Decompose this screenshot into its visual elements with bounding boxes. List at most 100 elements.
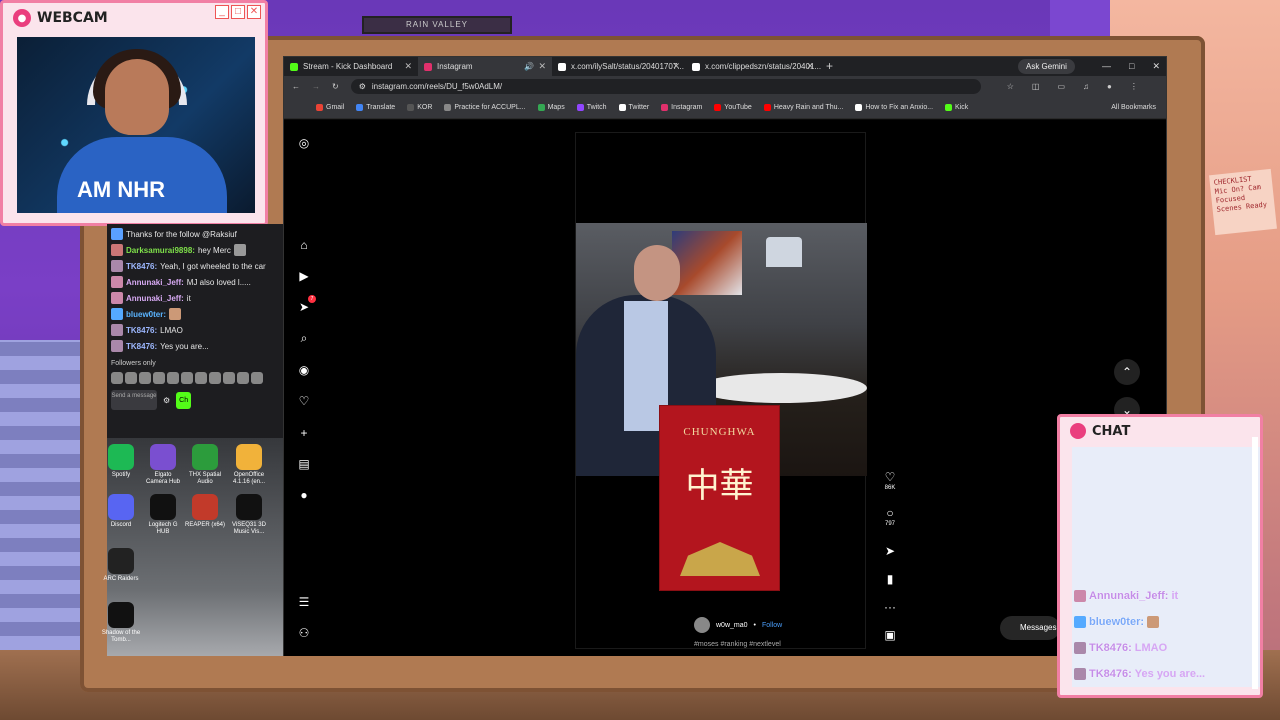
desktop-icon[interactable]: Logitech G HUB [143,494,183,536]
desktop-icon[interactable]: REAPER (x64) [185,494,225,529]
reaper-icon [192,494,218,520]
username[interactable]: w0w_ma0 [716,622,748,629]
cast-icon[interactable]: ▭ [1057,82,1065,91]
bookmark[interactable]: Translate [356,103,395,111]
more-button[interactable]: ··· [880,600,900,614]
close-tab-icon[interactable]: ✕ [672,61,680,72]
spotify-icon [108,444,134,470]
chat-scrollbar[interactable] [1252,437,1258,689]
media-icon[interactable]: ♫ [1083,82,1089,91]
bookmark[interactable]: Practice for ACCUPL... [444,103,526,111]
instagram-logo-icon[interactable]: ◎ [297,136,311,150]
audio-thumbnail[interactable]: ▣ [880,628,900,642]
explore-icon[interactable]: ◉ [297,363,311,377]
save-button[interactable]: ▮ [880,572,900,586]
bookmark[interactable]: Twitch [576,103,607,111]
ask-gemini-button[interactable]: Ask Gemini [1018,59,1075,74]
profile-icon[interactable]: ● [1107,82,1112,91]
discord-icon [108,494,134,520]
bookmark[interactable]: KOR [407,103,432,111]
desktop-icon[interactable]: Discord [101,494,141,529]
maximize-button[interactable]: □ [231,5,245,19]
chevron-up-icon: ⌃ [1121,365,1133,379]
bookmark[interactable]: Kick [945,103,968,111]
bookmark[interactable]: Twitter [618,103,649,111]
like-button[interactable]: ♡ 86K [880,470,900,492]
profile-icon[interactable]: ● [297,488,311,502]
home-icon[interactable]: ⌂ [297,238,311,252]
desktop-icon[interactable]: ViSEQ31 3D Music Vis... [229,494,269,536]
badge-icon [111,340,123,352]
dashboard-icon[interactable]: ▤ [297,457,311,471]
chat-message: TK8476: LMAO [1074,635,1260,661]
new-tab-button[interactable]: + [820,57,839,76]
bookmark[interactable]: Maps [537,103,565,111]
forward-icon[interactable]: → [312,82,320,91]
reels-icon[interactable]: ▶ [297,269,311,283]
share-button[interactable]: ➤ [880,544,900,558]
logitech-icon [150,494,176,520]
bookmark-star-icon[interactable]: ☆ [1007,82,1014,91]
kor-icon [407,103,415,111]
followers-only-label: Followers only [111,360,156,367]
close-tab-icon[interactable]: ✕ [538,61,546,72]
messages-icon[interactable]: ➤ 7 [297,295,316,314]
bookmark[interactable]: Heavy Rain and Thu... [763,103,843,111]
close-button[interactable]: ✕ [247,5,261,19]
streamer-face [105,59,169,135]
desktop-icon[interactable]: ARC Raiders [101,548,141,583]
back-icon[interactable]: ← [292,82,300,91]
speaker-icon[interactable]: 🔊 [524,62,534,71]
settings-icon[interactable]: ⚙ [163,395,170,406]
messages-button[interactable]: Messages [1000,616,1060,640]
tab-bar: Stream - Kick Dashboard ✕ Instagram 🔊 ✕ x.c… [284,57,1166,76]
follow-button[interactable]: Follow [762,622,782,629]
bookmark[interactable]: YouTube [714,103,752,111]
hashtags[interactable]: #moses #ranking #nextlevel [694,641,781,648]
threads-icon[interactable]: ⚇ [297,626,311,640]
bookmark[interactable]: Instagram [661,103,702,111]
menu-icon[interactable]: ☰ [297,595,311,609]
youtube-icon [714,103,722,111]
menu-icon[interactable]: ⋮ [1130,82,1138,91]
close-icon[interactable]: ✕ [1152,57,1160,76]
close-tab-icon[interactable]: ✕ [404,61,412,72]
avatar[interactable] [694,617,710,633]
bookmark[interactable]: How to Fix an Anxio... [855,103,933,111]
site-info-icon[interactable]: ⚙ [359,79,366,94]
comment-button[interactable]: ○ 797 [880,506,900,528]
table [696,373,867,403]
url-field[interactable]: ⚙ instagram.com/reels/DU_f5w0AdLM/ [350,78,981,94]
desktop-icon[interactable]: Shadow of the Tomb... [101,602,141,644]
search-icon[interactable]: ⌕ [297,331,311,345]
heart-icon[interactable]: ♡ [297,394,311,408]
tab-instagram[interactable]: Instagram 🔊 ✕ [418,57,552,76]
tab-x-ilysalt[interactable]: x.com/ilySalt/status/20401707... ✕ [552,57,686,76]
emote-icon [1147,616,1160,628]
kick-icon [290,62,298,71]
desktop-icon[interactable]: Spotify [101,444,141,479]
minimize-button[interactable]: _ [215,5,229,19]
reload-icon[interactable]: ↻ [332,82,339,91]
maximize-icon[interactable]: □ [1129,57,1134,76]
translate-icon [356,103,364,111]
extensions-icon[interactable]: ◫ [1032,82,1040,91]
chat-input[interactable]: Send a message [111,390,157,410]
desktop-icon[interactable]: THX Spatial Audio [185,444,225,486]
webcam-window: ● WEBCAM _ □ ✕ AM NHR [0,0,268,226]
bookmark[interactable]: Gmail [316,103,344,111]
desktop-icon[interactable]: Elgato Camera Hub [143,444,183,486]
badge-icon [111,260,123,272]
desktop-icon[interactable]: OpenOffice 4.1.16 (en... [229,444,269,486]
minimize-icon[interactable]: — [1102,57,1111,76]
reel-player[interactable]: CHUNGHWA 中華 ▲ w0w_ma0 • Follow #moses #r… [575,132,1150,649]
thx-icon [192,444,218,470]
create-icon[interactable]: + [297,426,311,440]
tab-kick[interactable]: Stream - Kick Dashboard ✕ [284,57,418,76]
previous-reel-button[interactable]: ⌃ [1114,359,1140,385]
emote-bar[interactable] [111,372,279,384]
all-bookmarks-button[interactable]: All Bookmarks [1111,104,1156,111]
chat-send-button[interactable]: Ch [176,391,192,409]
close-tab-icon[interactable]: ✕ [806,61,814,72]
tab-x-clippedszn[interactable]: x.com/clippedszn/status/20401... ✕ [686,57,821,76]
